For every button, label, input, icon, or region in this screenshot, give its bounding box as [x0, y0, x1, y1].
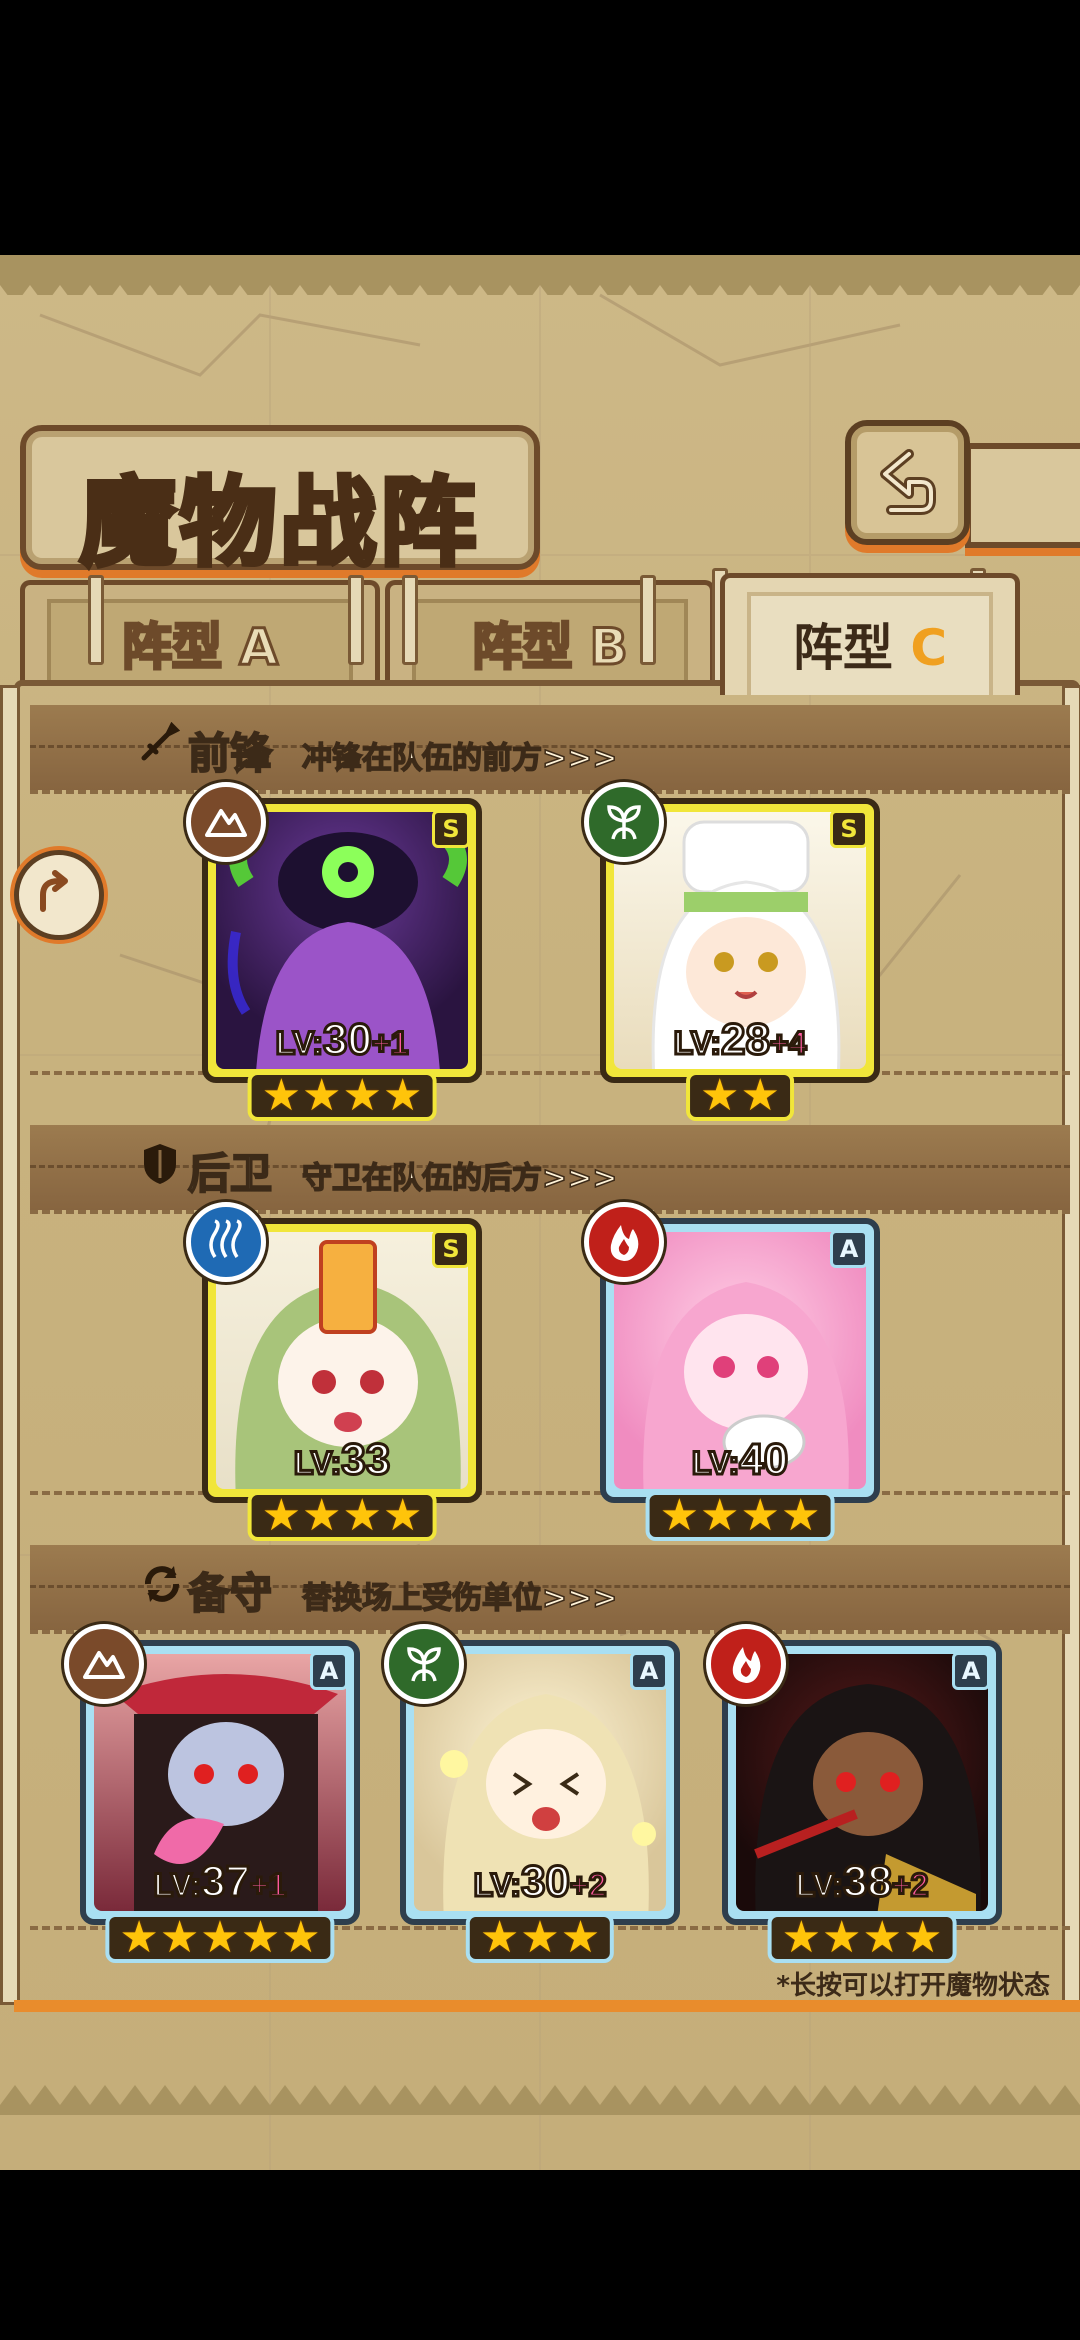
level-label: LV:37+1	[152, 1856, 288, 1908]
tab-label: 阵型 B	[471, 617, 630, 678]
tab-post	[348, 575, 364, 665]
tab-formation-a[interactable]: 阵型 A	[20, 580, 380, 685]
fire-element-icon	[706, 1624, 786, 1704]
star-icon: ★	[159, 1912, 200, 1963]
water-element-icon	[186, 1202, 266, 1282]
star-icon: ★	[781, 1912, 822, 1963]
star-rating: ★ ★ ★	[465, 1912, 615, 1963]
bottom-zigzag-border	[0, 2085, 1080, 2115]
section-subtitle-front: 冲锋在队伍的前方>>>	[301, 740, 618, 777]
long-press-hint: *长按可以打开魔物状态	[776, 1971, 1050, 2001]
star-icon: ★	[302, 1070, 342, 1121]
section-subtitle-rear: 守卫在队伍的后方>>>	[301, 1160, 618, 1197]
monster-card[interactable]: S LV:30+1 ★ ★ ★ ★	[186, 782, 482, 1121]
rank-badge: S	[432, 1230, 470, 1268]
monster-card[interactable]: A LV:40 ★ ★ ★ ★	[584, 1202, 880, 1541]
monster-card[interactable]: S LV:33 ★ ★ ★ ★	[186, 1202, 482, 1541]
rear-row	[30, 1210, 1070, 1495]
title-plate: 魔物战阵	[20, 425, 540, 582]
rank-badge: A	[830, 1230, 868, 1268]
tab-post	[640, 575, 656, 665]
sword-icon	[140, 721, 181, 766]
front-row	[30, 790, 1070, 1075]
star-rating: ★ ★ ★ ★ ★	[105, 1912, 335, 1963]
header-plate-right	[965, 443, 1080, 548]
tab-formation-b[interactable]: 阵型 B	[385, 580, 715, 685]
tab-label: 阵型 C	[792, 619, 948, 677]
star-icon: ★	[740, 1070, 780, 1121]
star-icon: ★	[862, 1912, 902, 1963]
tab-post	[88, 575, 104, 665]
monster-card[interactable]: A LV:37+1 ★ ★ ★ ★ ★	[64, 1624, 360, 1963]
star-icon: ★	[700, 1490, 740, 1541]
back-arrow-icon	[880, 449, 936, 515]
monster-card[interactable]: S LV:28+4 ★ ★	[584, 782, 880, 1121]
level-label: LV:38+2	[794, 1856, 930, 1908]
star-icon: ★	[479, 1912, 520, 1963]
star-rating: ★ ★	[686, 1071, 794, 1121]
star-icon: ★	[659, 1490, 700, 1541]
section-title-rear: 后卫	[187, 1148, 273, 1199]
star-icon: ★	[342, 1070, 382, 1121]
rank-badge: A	[310, 1652, 348, 1690]
star-icon: ★	[281, 1912, 321, 1963]
star-icon: ★	[780, 1490, 821, 1541]
rank-badge: S	[830, 810, 868, 848]
monster-card[interactable]: A LV:38+2 ★ ★ ★ ★	[706, 1624, 1002, 1963]
fire-element-icon	[584, 1202, 664, 1282]
earth-element-icon	[64, 1624, 144, 1704]
rank-badge: A	[952, 1652, 990, 1690]
earth-element-icon	[186, 782, 266, 862]
star-icon: ★	[240, 1912, 281, 1963]
shield-icon	[140, 1142, 180, 1190]
wind-element-icon	[384, 1624, 464, 1704]
monster-card[interactable]: A LV:30+2 ★ ★ ★	[384, 1624, 680, 1963]
wind-element-icon	[584, 782, 664, 862]
star-icon: ★	[740, 1490, 780, 1541]
level-label: LV:40	[690, 1434, 789, 1486]
section-title-reserve: 备守	[187, 1568, 273, 1619]
level-label: LV:30+1	[274, 1014, 410, 1066]
direction-arrow-icon	[40, 870, 68, 912]
level-label: LV:33	[292, 1434, 391, 1486]
star-icon: ★	[382, 1490, 423, 1541]
star-icon: ★	[119, 1912, 159, 1963]
rank-badge: S	[432, 810, 470, 848]
back-button[interactable]	[845, 420, 970, 545]
top-zigzag-border	[0, 255, 1080, 295]
star-icon: ★	[520, 1912, 560, 1963]
section-subtitle-reserve: 替换场上受伤单位>>>	[301, 1580, 618, 1617]
star-icon: ★	[382, 1070, 423, 1121]
rank-badge: A	[630, 1652, 668, 1690]
star-icon: ★	[302, 1490, 342, 1541]
formation-toggle-button[interactable]	[14, 850, 104, 940]
star-rating: ★ ★ ★ ★	[247, 1490, 437, 1541]
star-icon: ★	[700, 1070, 740, 1121]
tab-label: 阵型 A	[120, 617, 279, 678]
star-rating: ★ ★ ★ ★	[767, 1912, 957, 1963]
star-icon: ★	[822, 1912, 862, 1963]
section-title-front: 前锋	[187, 728, 273, 779]
swap-icon	[140, 1562, 184, 1610]
tab-formation-c[interactable]: 阵型 C	[720, 573, 1020, 695]
tab-post	[402, 575, 418, 665]
page-title: 魔物战阵	[78, 464, 480, 582]
star-icon: ★	[261, 1070, 302, 1121]
star-icon: ★	[200, 1912, 240, 1963]
star-icon: ★	[342, 1490, 382, 1541]
star-rating: ★ ★ ★ ★	[247, 1070, 437, 1121]
level-label: LV:28+4	[672, 1014, 808, 1066]
star-icon: ★	[902, 1912, 943, 1963]
star-rating: ★ ★ ★ ★	[645, 1490, 835, 1541]
star-icon: ★	[560, 1912, 601, 1963]
level-label: LV:30+2	[472, 1856, 608, 1908]
star-icon: ★	[261, 1490, 302, 1541]
